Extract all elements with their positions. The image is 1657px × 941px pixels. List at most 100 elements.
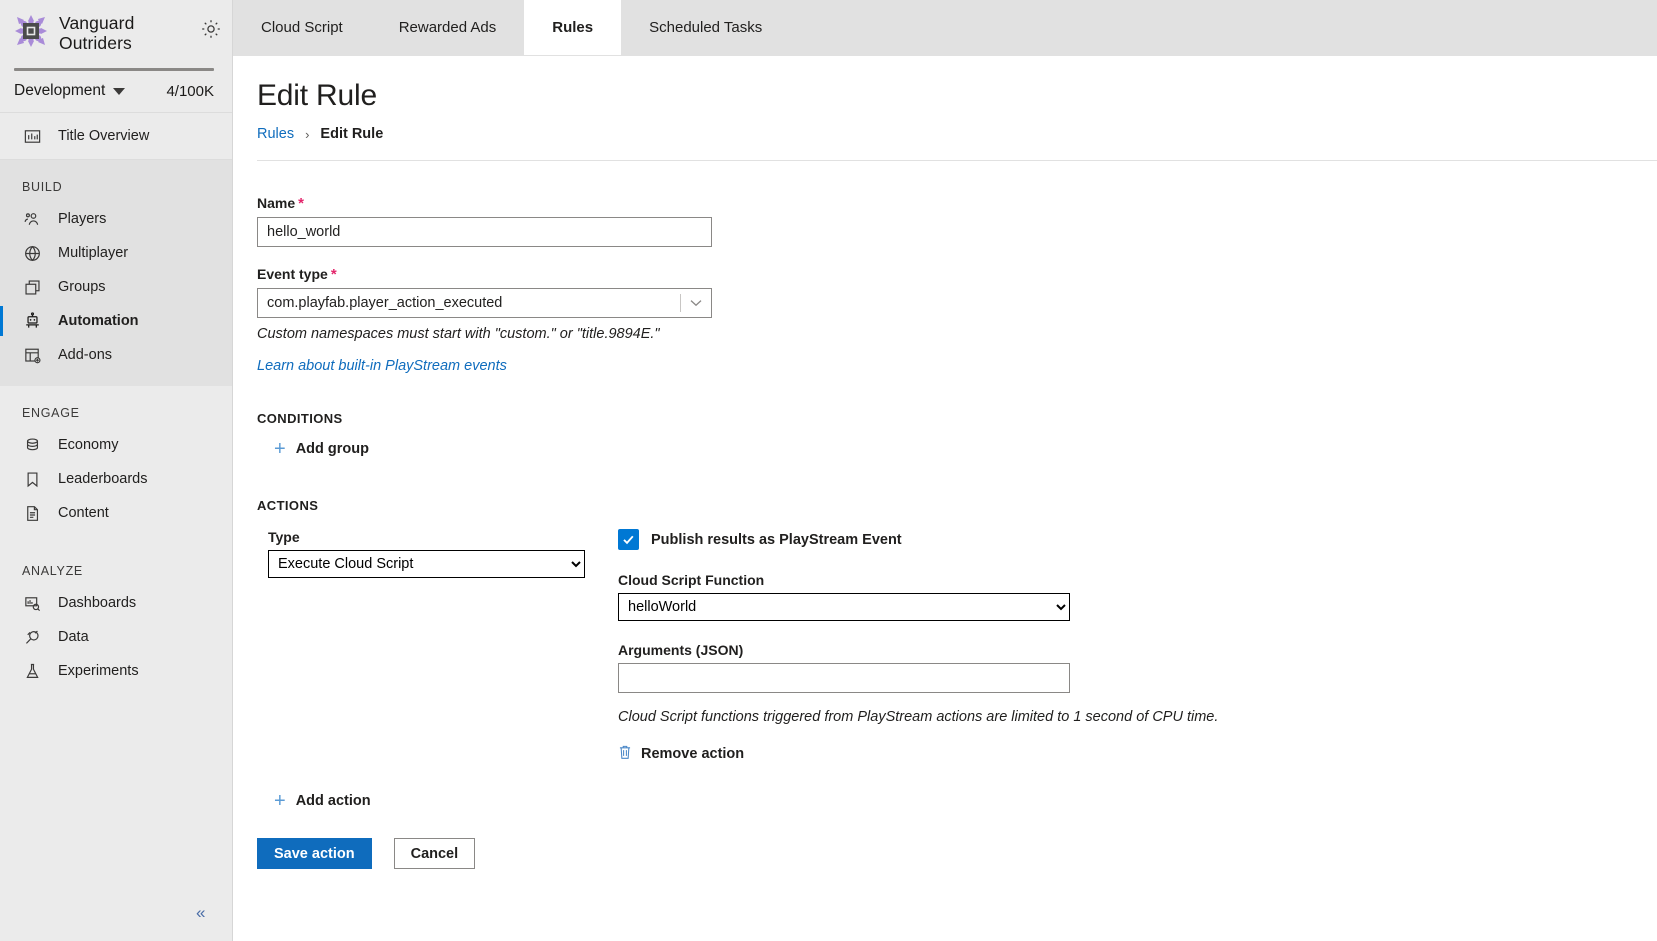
add-group-row: + Add group <box>257 439 1657 460</box>
sidebar-item-label: Dashboards <box>58 595 137 611</box>
sidebar-item-title-overview[interactable]: Title Overview <box>0 113 232 159</box>
name-label-text: Name <box>257 195 296 211</box>
sidebar-item-content[interactable]: Content <box>0 496 232 530</box>
sidebar-item-leaderboards[interactable]: Leaderboards <box>0 462 232 496</box>
publish-results-label: Publish results as PlayStream Event <box>651 531 902 548</box>
database-coins-icon <box>22 435 42 455</box>
name-input[interactable]: hello_world <box>257 217 712 247</box>
bar-chart-icon <box>22 126 42 146</box>
app-root: Vanguard Outriders Development 4/100K Ti… <box>0 0 1657 941</box>
publish-results-row: Publish results as PlayStream Event <box>618 529 1218 550</box>
pixel-burst-logo-icon <box>14 14 48 48</box>
tab-rules[interactable]: Rules <box>524 0 622 55</box>
arguments-json-label: Arguments (JSON) <box>618 642 744 658</box>
tab-rewarded-ads[interactable]: Rewarded Ads <box>371 0 525 55</box>
sidebar-item-label: Add-ons <box>58 347 113 363</box>
environment-selector[interactable]: Development <box>14 82 126 100</box>
collapse-sidebar-icon[interactable]: « <box>196 904 205 921</box>
gear-icon[interactable] <box>200 18 222 40</box>
sidebar-item-label: Data <box>58 629 89 645</box>
event-type-hint: Custom namespaces must start with "custo… <box>257 326 660 342</box>
plus-icon: + <box>274 438 286 460</box>
trash-icon <box>618 744 632 764</box>
edit-rule-form: Name * hello_world Event type * com.play… <box>233 161 1657 812</box>
sidebar-item-players[interactable]: Players <box>0 202 232 236</box>
main-content: Cloud Script Rewarded Ads Rules Schedule… <box>233 0 1657 941</box>
name-input-value: hello_world <box>267 224 341 240</box>
sidebar-item-label: Groups <box>58 279 106 295</box>
cloud-script-function-select[interactable]: helloWorld <box>618 593 1070 621</box>
name-label: Name * <box>257 195 1657 212</box>
globe-icon <box>22 243 42 263</box>
players-icon <box>22 209 42 229</box>
document-icon <box>22 503 42 523</box>
actions-heading: ACTIONS <box>257 498 319 513</box>
required-asterisk: * <box>330 266 337 283</box>
action-type-select[interactable]: Execute Cloud Script <box>268 550 585 578</box>
conditions-heading: CONDITIONS <box>257 411 343 426</box>
event-type-label: Event type * <box>257 266 1657 283</box>
required-asterisk: * <box>298 195 304 212</box>
breadcrumb-current: Edit Rule <box>320 126 384 142</box>
action-type-label: Type <box>268 529 300 545</box>
cloud-script-function-label: Cloud Script Function <box>618 572 765 588</box>
add-action-label: Add action <box>295 793 371 809</box>
form-footer-buttons: Save action Cancel <box>233 838 1657 869</box>
sidebar-item-experiments[interactable]: Experiments <box>0 654 232 688</box>
breadcrumb-link-rules[interactable]: Rules <box>257 126 294 142</box>
add-action-row: + Add action <box>257 791 1657 812</box>
sidebar-item-label: Multiplayer <box>58 245 129 261</box>
sidebar-item-automation[interactable]: Automation <box>0 304 232 338</box>
event-type-combobox[interactable]: com.playfab.player_action_executed <box>257 288 712 318</box>
plug-icon <box>22 627 42 647</box>
environment-name: Development <box>14 82 106 99</box>
sidebar: Vanguard Outriders Development 4/100K Ti… <box>0 0 233 941</box>
publish-results-checkbox[interactable] <box>618 529 639 550</box>
chevron-down-icon[interactable] <box>681 299 711 307</box>
add-action-button[interactable]: + Add action <box>274 791 371 811</box>
save-action-button[interactable]: Save action <box>257 838 372 869</box>
sidebar-item-label: Experiments <box>58 663 139 679</box>
brand-title: Vanguard Outriders <box>59 13 135 53</box>
brand-header: Vanguard Outriders <box>0 0 232 62</box>
bookmark-icon <box>22 469 42 489</box>
dashboard-magnifier-icon <box>22 593 42 613</box>
cpu-time-hint: Cloud Script functions triggered from Pl… <box>618 709 1219 725</box>
add-group-button[interactable]: + Add group <box>274 439 369 459</box>
breadcrumb: Rules › Edit Rule <box>257 126 1657 142</box>
addons-grid-icon <box>22 345 42 365</box>
tab-cloud-script[interactable]: Cloud Script <box>233 0 371 55</box>
sidebar-section-label-engage: ENGAGE <box>22 406 80 420</box>
action-type-column: Type Execute Cloud Script <box>257 529 597 765</box>
learn-playstream-events-link[interactable]: Learn about built-in PlayStream events <box>257 358 507 374</box>
remove-action-button[interactable]: Remove action <box>618 744 744 764</box>
sidebar-section-label-build: BUILD <box>22 180 63 194</box>
arguments-json-input[interactable] <box>618 663 1070 693</box>
sidebar-section-label-analyze: ANALYZE <box>22 564 83 578</box>
stacked-squares-icon <box>22 277 42 297</box>
remove-action-row: Remove action <box>618 744 1218 765</box>
add-group-label: Add group <box>295 441 369 457</box>
page-title: Edit Rule <box>257 79 377 112</box>
sidebar-item-data[interactable]: Data <box>0 620 232 654</box>
sidebar-item-groups[interactable]: Groups <box>0 270 232 304</box>
sidebar-section-build: BUILD Players Multiplayer Groups Automat… <box>0 160 232 386</box>
action-config-column: Publish results as PlayStream Event Clou… <box>597 529 1218 765</box>
environment-row: Development 4/100K <box>0 71 232 112</box>
sidebar-item-multiplayer[interactable]: Multiplayer <box>0 236 232 270</box>
action-row: Type Execute Cloud Script Publish result… <box>257 529 1657 765</box>
sidebar-item-economy[interactable]: Economy <box>0 428 232 462</box>
sidebar-item-label: Content <box>58 505 109 521</box>
sidebar-item-add-ons[interactable]: Add-ons <box>0 338 232 372</box>
sidebar-item-dashboards[interactable]: Dashboards <box>0 586 232 620</box>
tab-scheduled-tasks[interactable]: Scheduled Tasks <box>621 0 790 55</box>
tab-bar: Cloud Script Rewarded Ads Rules Schedule… <box>233 0 1657 56</box>
page-header: Edit Rule Rules › Edit Rule <box>233 56 1657 161</box>
sidebar-section-analyze: ANALYZE Dashboards Data Experiments <box>0 544 232 702</box>
sidebar-item-label: Title Overview <box>58 128 150 144</box>
event-type-value: com.playfab.player_action_executed <box>267 295 503 311</box>
robot-icon <box>22 311 42 331</box>
cancel-button[interactable]: Cancel <box>393 838 476 869</box>
sidebar-item-label: Automation <box>58 313 139 329</box>
sidebar-item-label: Players <box>58 211 107 227</box>
